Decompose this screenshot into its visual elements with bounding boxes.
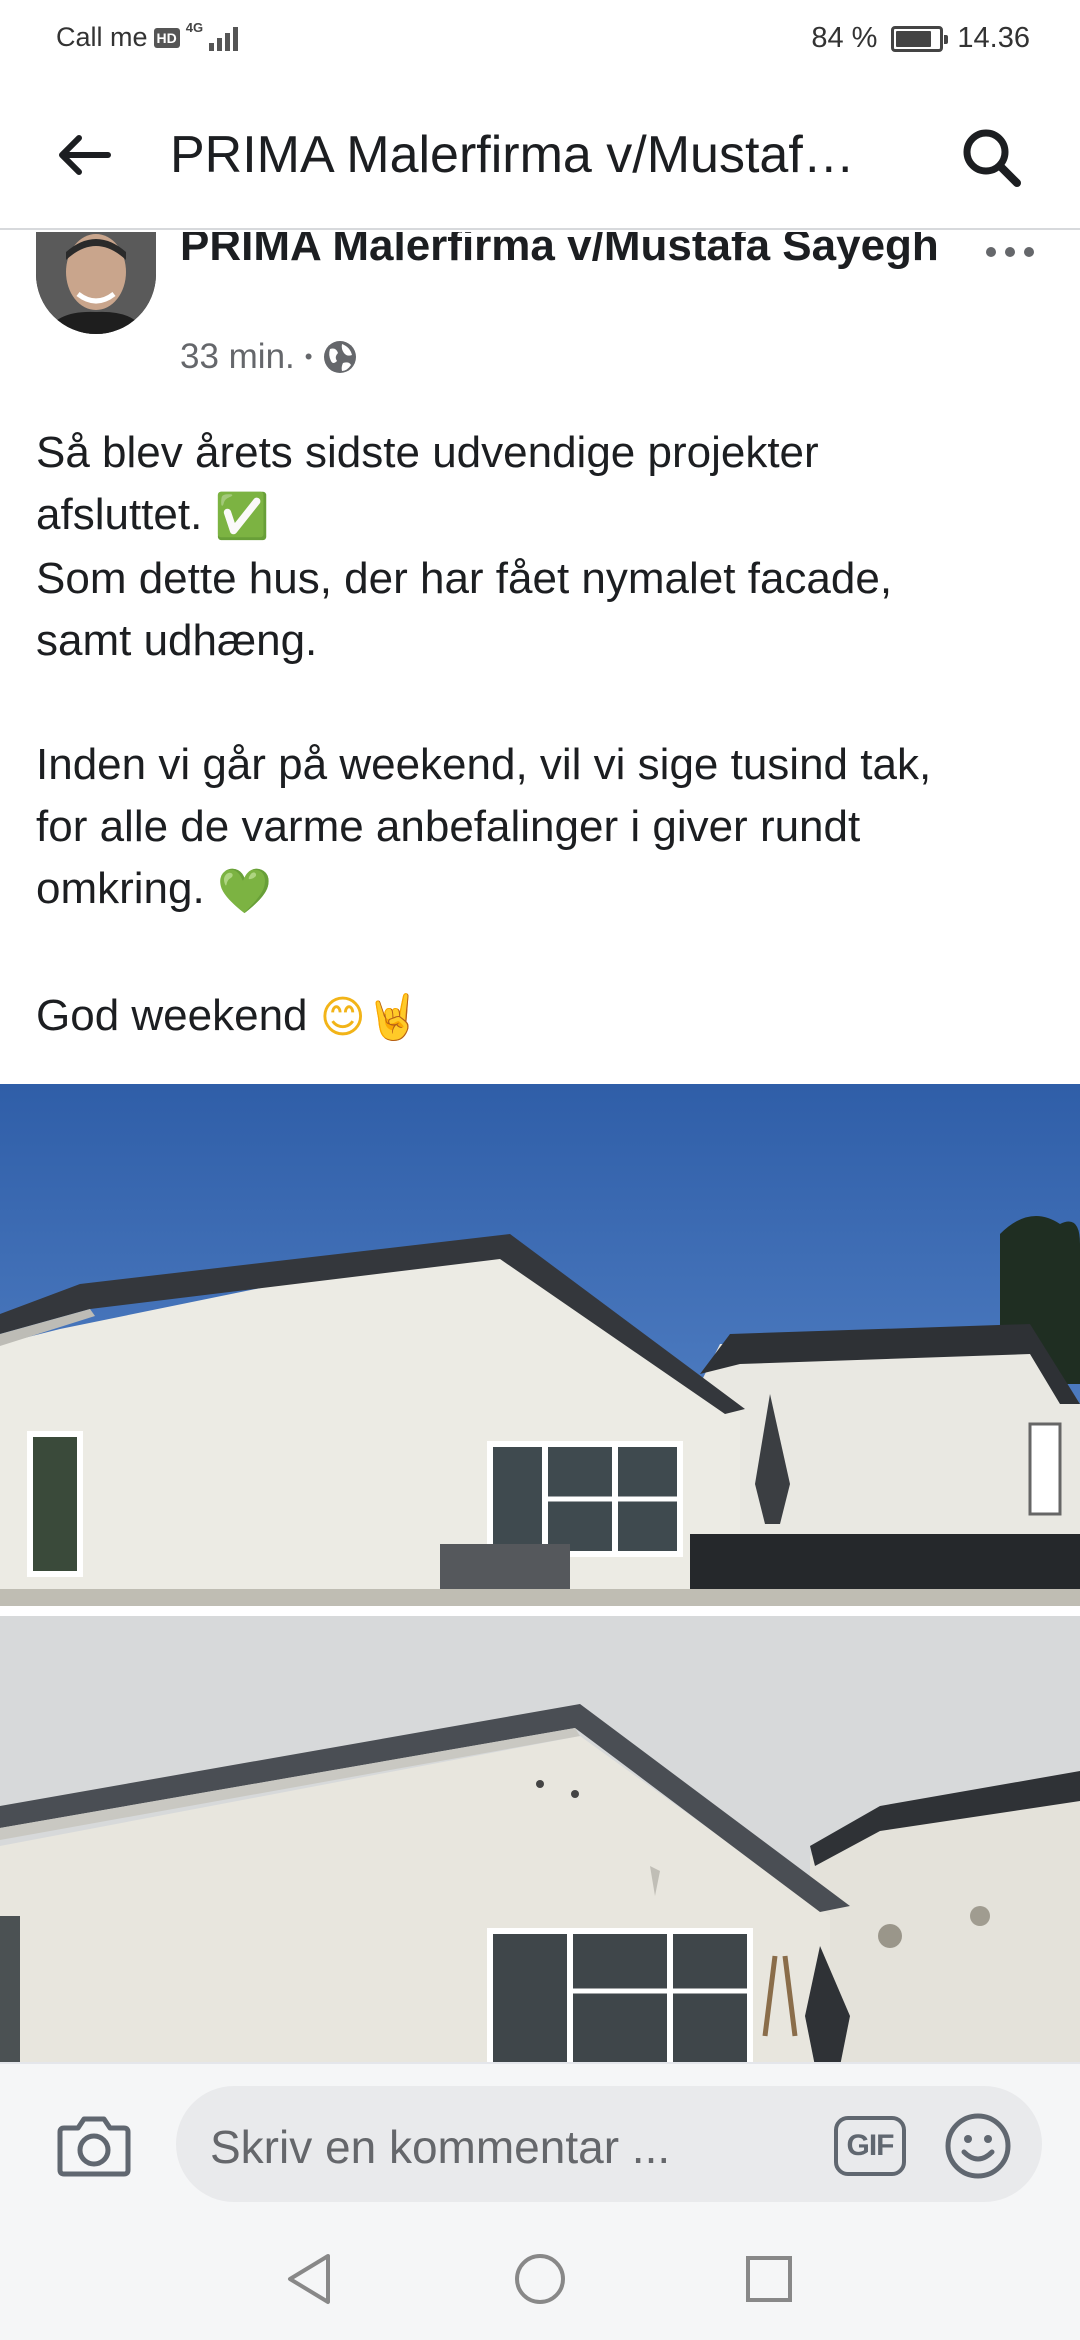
meta-separator: •	[304, 344, 313, 369]
app-header: PRIMA Malerfirma v/Mustafa Sayegh	[0, 80, 1080, 230]
status-right: 84 % 14.36	[811, 22, 1030, 55]
author-name[interactable]: PRIMA Malerfirma v/Mustafa Sayegh	[180, 232, 940, 274]
house-after-photo[interactable]	[0, 1084, 1080, 1606]
gif-button[interactable]: GIF	[834, 2116, 906, 2176]
page-title: PRIMA Malerfirma v/Mustafa Sayegh	[170, 126, 870, 184]
post-text-line: Inden vi går på weekend, vil vi sige tus…	[36, 740, 932, 790]
post-text-line: God weekend 😊🤘	[36, 985, 1046, 1049]
nav-home-icon	[515, 2254, 565, 2304]
system-nav-bar	[0, 2218, 1080, 2340]
avatar[interactable]	[36, 232, 156, 334]
emoji-button[interactable]	[944, 2112, 1012, 2180]
clock: 14.36	[957, 22, 1030, 54]
post-time[interactable]: 33 min.	[180, 337, 295, 377]
check-mark-emoji: ✅	[214, 492, 270, 542]
nav-back-button[interactable]	[278, 2248, 340, 2310]
signal-icon	[209, 25, 239, 51]
search-button[interactable]	[952, 118, 1032, 198]
hd-badge: HD	[153, 27, 180, 48]
arrow-left-icon	[59, 135, 111, 175]
more-dots-icon	[986, 247, 996, 257]
comment-input[interactable]: Skriv en kommentar ... GIF	[176, 2086, 1042, 2202]
house-after-image	[0, 1084, 1080, 1606]
smiley-icon	[945, 2113, 1011, 2179]
status-left: Call me HD 4G	[56, 20, 239, 53]
post-text-line: afsluttet. ✅	[36, 484, 1046, 548]
more-options-button[interactable]	[970, 232, 1050, 272]
battery-level	[896, 30, 932, 47]
nav-recents-icon	[746, 2256, 792, 2302]
post-text-line: Som dette hus, der har fået nymalet faca…	[36, 554, 893, 604]
post-text-line: for alle de varme anbefalinger i giver r…	[36, 802, 861, 852]
post-meta: 33 min. •	[180, 337, 358, 377]
carrier-label: Call me	[56, 22, 148, 52]
battery-icon	[891, 25, 949, 52]
network-type-label: 4G	[185, 20, 204, 35]
smiling-face-emoji: 😊	[319, 993, 366, 1043]
post-text-fragment: omkring.	[36, 864, 205, 914]
back-button[interactable]	[44, 120, 124, 190]
camera-button[interactable]	[56, 2114, 136, 2184]
house-before-image	[0, 1616, 1080, 2062]
author-photo	[36, 232, 156, 334]
comment-bar: Skriv en kommentar ... GIF	[0, 2062, 1080, 2218]
rock-on-hand-emoji: 🤘	[365, 993, 421, 1043]
post-text-line: samt udhæng.	[36, 616, 318, 666]
globe-icon	[324, 341, 357, 373]
more-dot	[1005, 247, 1015, 257]
post-text-line: Så blev årets sidste udvendige projekter	[36, 428, 819, 477]
comment-placeholder: Skriv en kommentar ...	[210, 2121, 671, 2173]
post-text-line: omkring. 💚	[36, 858, 1046, 922]
post-header: PRIMA Malerfirma v/Mustafa Sayegh 33 min…	[0, 232, 1080, 402]
nav-recents-button[interactable]	[738, 2248, 800, 2310]
house-before-photo[interactable]	[0, 1616, 1080, 2062]
camera-icon	[57, 2116, 131, 2177]
nav-back-icon	[288, 2254, 330, 2304]
green-heart-emoji: 💚	[216, 866, 272, 916]
battery-percent: 84 %	[811, 22, 878, 54]
post-text-fragment: God weekend	[36, 990, 308, 1040]
search-icon	[963, 129, 1021, 187]
more-dot	[1024, 247, 1034, 257]
nav-home-button[interactable]	[509, 2248, 571, 2310]
post-text: Så blev årets sidste udvendige projekter…	[36, 422, 1046, 1049]
status-bar: Call me HD 4G 84 % 14.36	[0, 0, 1080, 80]
post-text-fragment: afsluttet.	[36, 490, 203, 539]
post: PRIMA Malerfirma v/Mustafa Sayegh 33 min…	[0, 232, 1080, 2062]
